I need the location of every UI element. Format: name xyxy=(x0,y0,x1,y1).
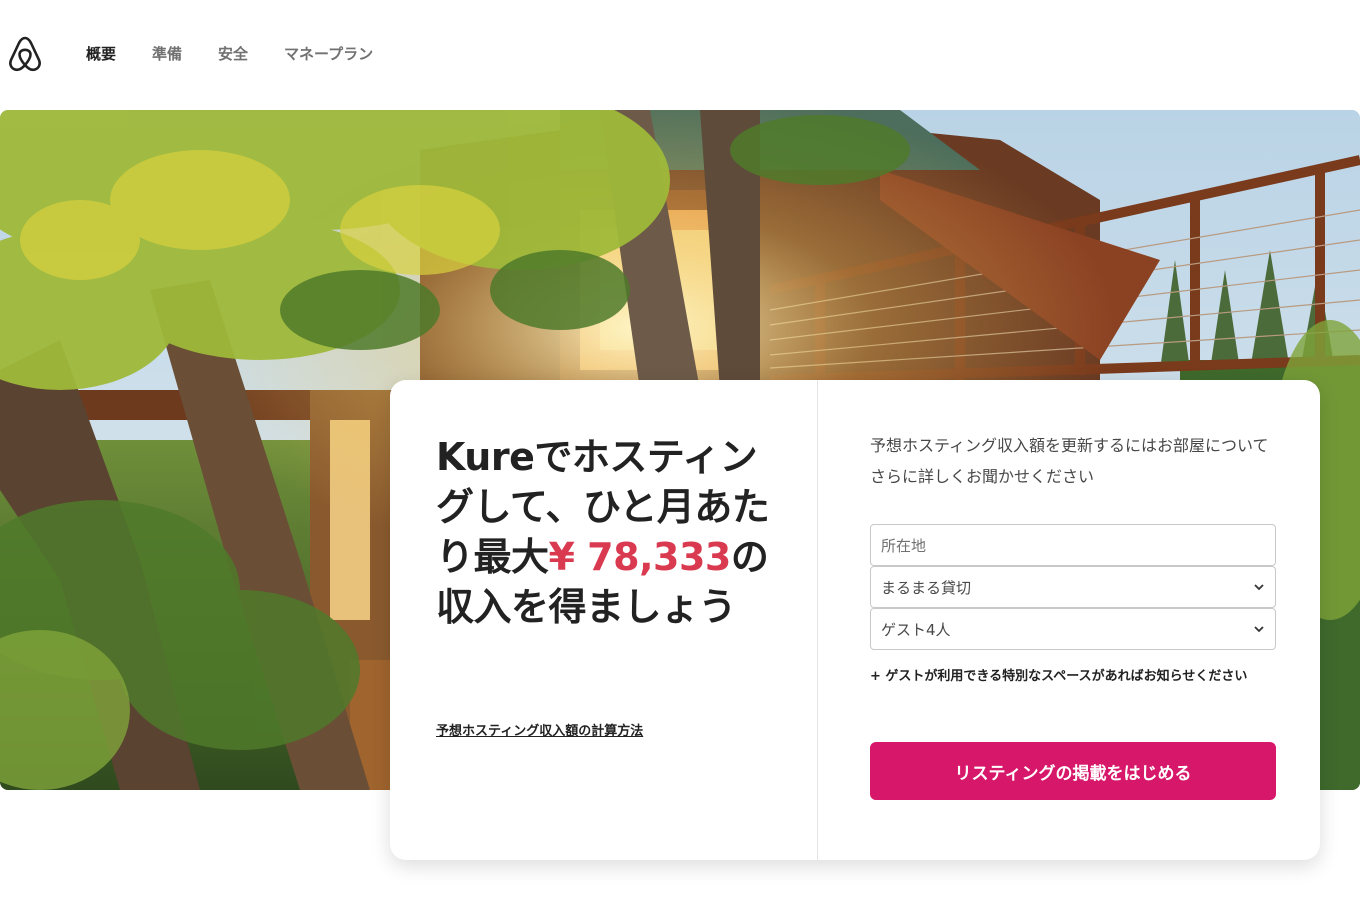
nav-item-money-plan[interactable]: マネープラン xyxy=(284,44,373,64)
nav-item-overview[interactable]: 概要 xyxy=(86,44,116,64)
room-type-value: まるまる貸切 xyxy=(881,578,972,597)
airbnb-logo-icon[interactable] xyxy=(6,34,44,74)
calculation-method-link[interactable]: 予想ホスティング収入額の計算方法 xyxy=(436,720,643,739)
nav-item-safety[interactable]: 安全 xyxy=(218,44,248,64)
chevron-down-icon xyxy=(1254,626,1264,633)
main-nav: 概要 準備 安全 マネープラン xyxy=(86,44,409,64)
estimate-form: 予想ホスティング収入額を更新するにはお部屋についてさらに詳しくお聞かせください … xyxy=(818,380,1320,860)
add-special-space-link[interactable]: + ゲストが利用できる特別なスペースがあればお知らせください xyxy=(870,666,1280,687)
start-listing-button[interactable]: リスティングの掲載をはじめる xyxy=(870,742,1276,800)
location-input[interactable]: 所在地 xyxy=(870,524,1276,566)
room-type-select[interactable]: まるまる貸切 xyxy=(870,566,1276,608)
guests-select[interactable]: ゲスト4人 xyxy=(870,608,1276,650)
guests-value: ゲスト4人 xyxy=(881,620,951,639)
earnings-amount: ¥ 78,333 xyxy=(548,535,732,579)
earnings-card: Kureでホスティングして、ひと月あたり最大¥ 78,333の収入を得ましょう … xyxy=(390,380,1320,860)
earnings-headline: Kureでホスティングして、ひと月あたり最大¥ 78,333の収入を得ましょう xyxy=(436,432,777,632)
earnings-summary: Kureでホスティングして、ひと月あたり最大¥ 78,333の収入を得ましょう … xyxy=(390,380,818,860)
chevron-down-icon xyxy=(1254,584,1264,591)
nav-item-preparation[interactable]: 準備 xyxy=(152,44,182,64)
form-intro: 予想ホスティング収入額を更新するにはお部屋についてさらに詳しくお聞かせください xyxy=(870,436,1269,486)
site-header: 概要 準備 安全 マネープラン xyxy=(0,0,1360,108)
location-placeholder: 所在地 xyxy=(881,536,927,555)
